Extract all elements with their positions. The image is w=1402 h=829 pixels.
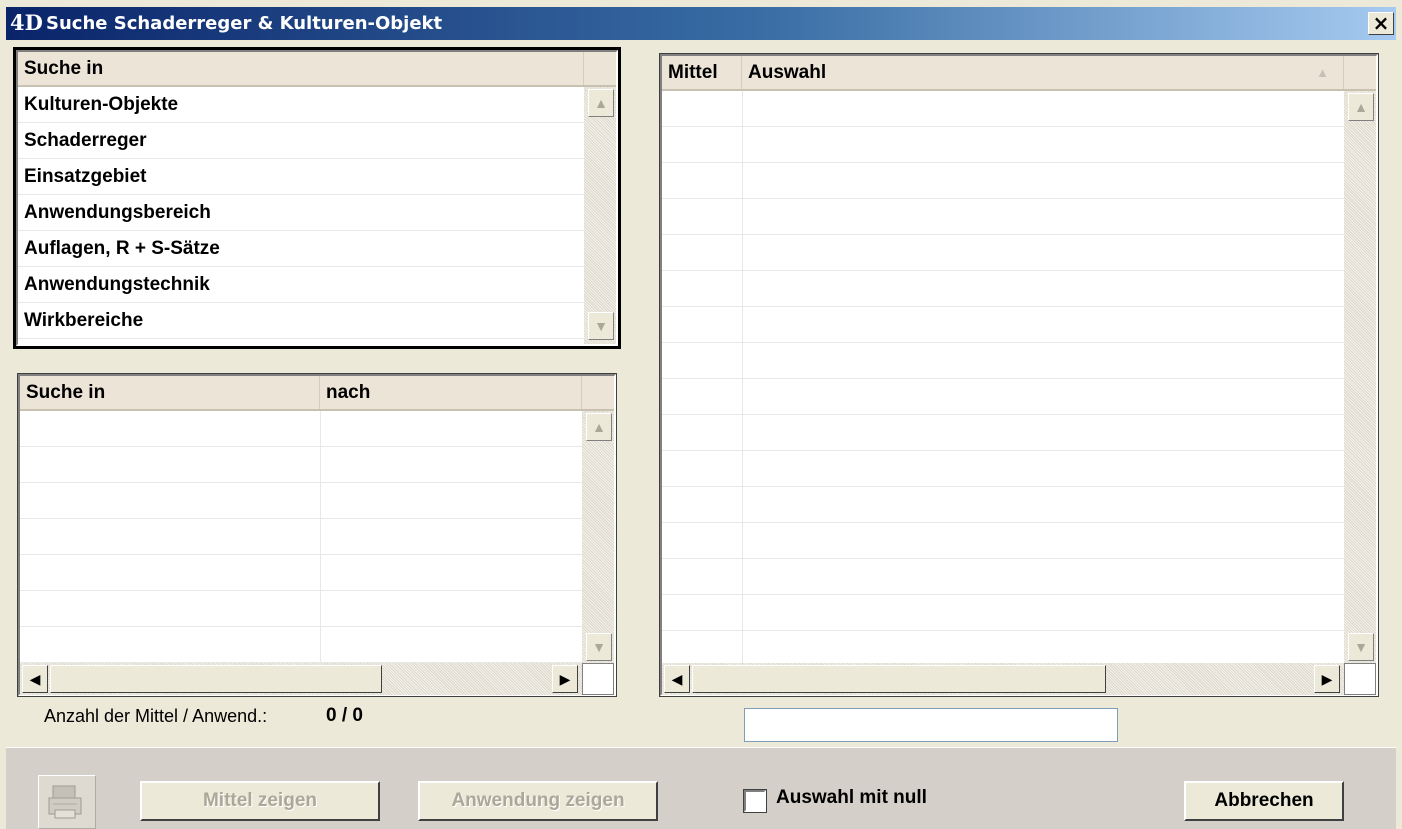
table-row[interactable] [662, 631, 1344, 667]
table-row[interactable] [662, 559, 1344, 595]
printer-icon-graphic [48, 785, 82, 819]
search-in-header: Suche in [18, 52, 616, 87]
table-row[interactable] [662, 199, 1344, 235]
column-header-nach[interactable]: nach [320, 376, 582, 409]
column-header-suche-in[interactable]: Suche in [20, 376, 320, 409]
count-label: Anzahl der Mittel / Anwend.: [44, 706, 268, 726]
column-header-auswahl[interactable]: Auswahl ▲ [742, 56, 1344, 89]
list-item[interactable]: Wirkbereiche [18, 303, 584, 339]
column-header-mittel[interactable]: Mittel [662, 56, 742, 89]
auswahl-mit-null-checkbox[interactable] [743, 789, 767, 813]
scroll-right-button[interactable]: ▶ [1314, 665, 1340, 693]
table-row[interactable] [20, 447, 582, 483]
scroll-up-button[interactable]: ▲ [586, 413, 612, 441]
table-row[interactable] [662, 595, 1344, 631]
table-row[interactable] [662, 415, 1344, 451]
show-mittel-button[interactable]: Mittel zeigen [140, 781, 380, 821]
scroll-up-button[interactable]: ▲ [588, 89, 614, 117]
scroll-down-button[interactable]: ▼ [588, 312, 614, 340]
app-icon: 4D [10, 10, 43, 35]
scroll-thumb[interactable] [692, 665, 1106, 693]
list-item[interactable]: Schaderreger [18, 123, 584, 159]
scroll-right-button[interactable]: ▶ [552, 665, 578, 693]
scroll-corner [582, 663, 614, 695]
close-button[interactable]: × [1368, 12, 1394, 35]
auswahl-mit-null-label[interactable]: Auswahl mit null [776, 787, 927, 809]
sort-ascending-icon: ▲ [1316, 65, 1329, 80]
search-in-list[interactable]: Suche in Kulturen-Objekte Schaderreger Ein… [13, 47, 621, 349]
dialog-body: Suche in Kulturen-Objekte Schaderreger Ein… [6, 40, 1396, 747]
scroll-left-button[interactable]: ◀ [664, 665, 690, 693]
table-row[interactable] [662, 163, 1344, 199]
printer-icon [38, 775, 96, 829]
scroll-down-button[interactable]: ▼ [586, 633, 612, 661]
table-row[interactable] [662, 127, 1344, 163]
column-header-suche-in[interactable]: Suche in [18, 52, 584, 85]
title-bar: 4D Suche Schaderreger & Kulturen-Objekt … [6, 7, 1396, 40]
cancel-button[interactable]: Abbrechen [1184, 781, 1344, 821]
results-header: Mittel Auswahl ▲ [662, 56, 1376, 91]
table-row[interactable] [662, 91, 1344, 127]
list-item[interactable]: Einsatzgebiet [18, 159, 584, 195]
table-row[interactable] [662, 343, 1344, 379]
table-row[interactable] [662, 271, 1344, 307]
criteria-list[interactable]: Suche in nach ▲ ▼ ◀ ▶ [17, 373, 617, 697]
table-row[interactable] [662, 451, 1344, 487]
horizontal-scrollbar[interactable]: ◀ ▶ [20, 663, 582, 695]
list-item[interactable]: Anwendungsbereich [18, 195, 584, 231]
vertical-scrollbar[interactable]: ▲ ▼ [584, 87, 616, 344]
vertical-scrollbar[interactable]: ▲ ▼ [582, 411, 614, 663]
vertical-scrollbar[interactable]: ▲ ▼ [1344, 91, 1376, 663]
scroll-left-button[interactable]: ◀ [22, 665, 48, 693]
list-item[interactable]: Kulturen-Objekte [18, 87, 584, 123]
column-header-auswahl-label: Auswahl [748, 62, 827, 83]
list-item[interactable]: Auflagen, R + S-Sätze [18, 231, 584, 267]
table-row[interactable] [662, 379, 1344, 415]
table-row[interactable] [20, 411, 582, 447]
scroll-thumb[interactable] [50, 665, 382, 693]
table-row[interactable] [20, 519, 582, 555]
list-item[interactable]: Anwendungstechnik [18, 267, 584, 303]
table-row[interactable] [20, 627, 582, 663]
table-row[interactable] [20, 483, 582, 519]
scroll-up-button[interactable]: ▲ [1348, 93, 1374, 121]
table-row[interactable] [662, 235, 1344, 271]
button-bar: Mittel zeigen Anwendung zeigen Auswahl m… [6, 747, 1396, 829]
window-title: Suche Schaderreger & Kulturen-Objekt [46, 13, 443, 34]
show-anwendung-button[interactable]: Anwendung zeigen [418, 781, 658, 821]
results-list[interactable]: Mittel Auswahl ▲ ▲ ▼ ◀ ▶ [659, 53, 1379, 697]
table-row[interactable] [20, 555, 582, 591]
search-text-field[interactable] [744, 708, 1118, 742]
table-row[interactable] [662, 523, 1344, 559]
table-row[interactable] [662, 487, 1344, 523]
horizontal-scrollbar[interactable]: ◀ ▶ [662, 663, 1344, 695]
table-row[interactable] [20, 591, 582, 627]
criteria-header: Suche in nach [20, 376, 614, 411]
table-row[interactable] [662, 307, 1344, 343]
scroll-down-button[interactable]: ▼ [1348, 633, 1374, 661]
scroll-corner [1344, 663, 1376, 695]
count-value: 0 / 0 [326, 705, 363, 726]
